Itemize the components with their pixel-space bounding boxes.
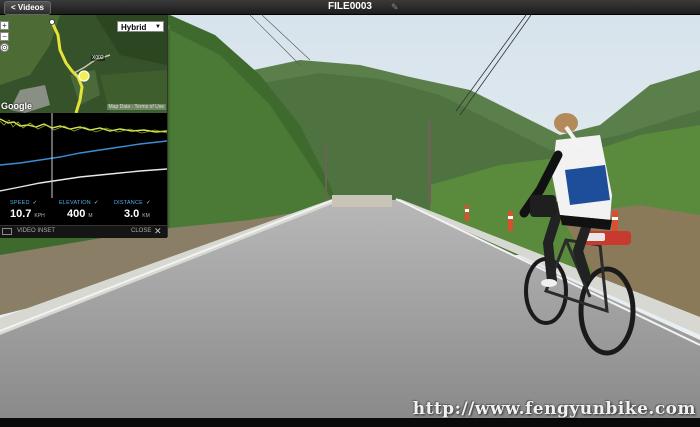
speed-label: SPEED: [10, 200, 30, 206]
top-toolbar: < Videos FILE0003 ✎: [0, 0, 700, 15]
video-inset-panel: X002 Hybrid ▼ + − ⊙ Google Map Data · Te…: [0, 15, 168, 238]
close-icon[interactable]: ✕: [154, 226, 162, 237]
watermark-url: http://www.fengyunbike.com: [412, 399, 696, 419]
check-icon: ✓: [32, 200, 38, 206]
elevation-unit: M: [88, 213, 93, 219]
map-logo: Google: [1, 101, 32, 111]
telemetry-graph-svg: [0, 113, 168, 198]
map-attribution[interactable]: Map Data · Terms of Use: [106, 104, 166, 110]
speed-trace-noise: [0, 119, 168, 134]
stats-row: SPEED ✓ 10.7 KPH ELEVATION ✓ 400 M DISTANCE ✓…: [0, 198, 167, 225]
elevation-stat[interactable]: ELEVATION ✓ 400 M: [59, 200, 111, 220]
elevation-label: ELEVATION: [59, 200, 91, 206]
route-map[interactable]: X002 Hybrid ▼ + − ⊙ Google Map Data · Te…: [0, 15, 167, 113]
distance-unit: KM: [142, 213, 150, 219]
pencil-icon[interactable]: ✎: [391, 2, 401, 12]
distance-label: DISTANCE: [114, 200, 144, 206]
distance-value: 3.0: [124, 208, 140, 220]
close-button[interactable]: CLOSE: [131, 228, 151, 234]
locate-icon[interactable]: ⊙: [0, 43, 9, 52]
speed-unit: KPH: [34, 213, 45, 219]
inset-footer: VIDEO INSET CLOSE ✕: [0, 225, 167, 238]
elevation-value: 400: [67, 208, 86, 220]
distance-trace: [0, 168, 168, 192]
map-road-label: X002: [91, 55, 105, 61]
check-icon: ✓: [93, 200, 99, 206]
chevron-down-icon: ▼: [155, 24, 161, 30]
speed-value: 10.7: [10, 208, 32, 220]
video-inset-icon[interactable]: [2, 228, 12, 235]
file-title: FILE0003: [328, 1, 372, 12]
map-type-value: Hybrid: [121, 23, 147, 32]
zoom-in-button[interactable]: +: [0, 21, 9, 30]
video-bottom-bar: [0, 418, 700, 427]
check-icon: ✓: [146, 200, 151, 206]
distance-stat[interactable]: DISTANCE ✓ 3.0 KM: [114, 200, 166, 220]
map-type-dropdown[interactable]: Hybrid ▼: [117, 21, 164, 32]
zoom-out-button[interactable]: −: [0, 32, 9, 41]
speed-stat[interactable]: SPEED ✓ 10.7 KPH: [10, 200, 62, 220]
video-inset-label[interactable]: VIDEO INSET: [17, 228, 55, 234]
elevation-trace: [0, 140, 168, 166]
speed-trace: [0, 118, 168, 133]
telemetry-graphs[interactable]: [0, 113, 168, 198]
